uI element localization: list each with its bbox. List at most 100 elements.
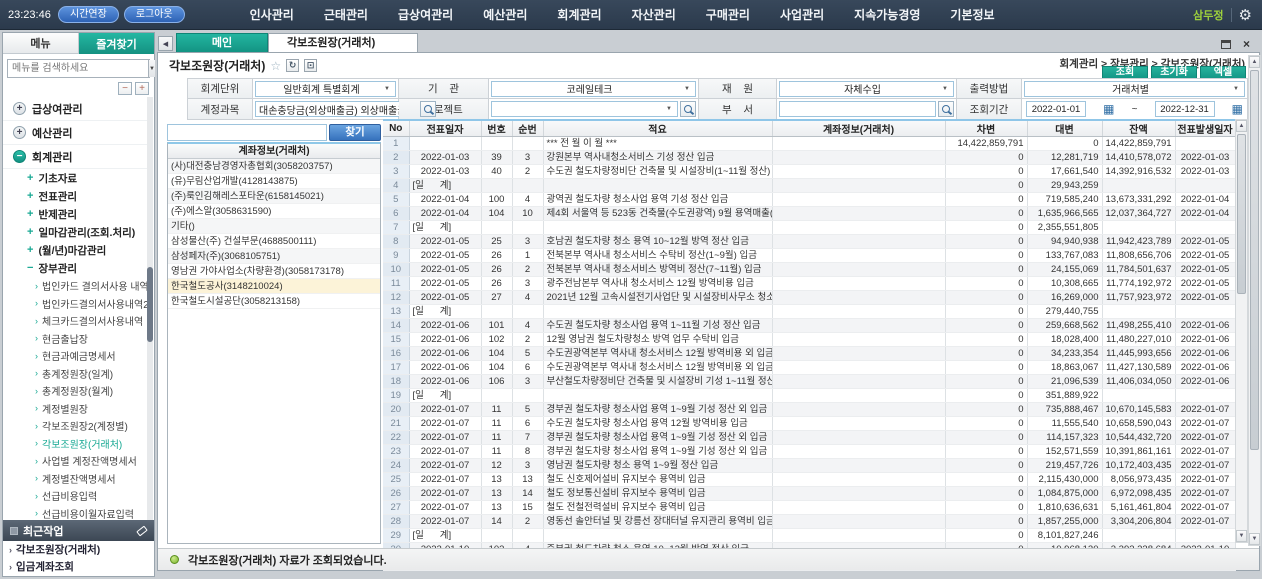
sidebar-item[interactable]: ›현금출납장 (3, 330, 147, 348)
restore-icon[interactable] (1221, 40, 1231, 49)
table-row[interactable]: 52022-01-041004광역권 철도차량 청소사업 용역 기성 정산 입금… (383, 193, 1235, 207)
table-row[interactable]: 232022-01-07118경부권 철도차량 청소사업 용역 1~9월 기성 … (383, 445, 1235, 459)
sidebar-scrollbar[interactable] (147, 97, 153, 527)
scroll-up-icon[interactable]: ▲ (1249, 56, 1260, 68)
table-row[interactable]: 4[일 계]029,943,259 (383, 179, 1235, 193)
user-name[interactable]: 삼두정 (1193, 7, 1223, 23)
expand-icon[interactable]: + (27, 226, 33, 238)
table-row[interactable]: 62022-01-0410410제4회 서울역 등 523동 건축물(수도권광역… (383, 207, 1235, 221)
table-row[interactable]: 242022-01-07123영남권 철도차량 청소 용역 1~9월 정산 입금… (383, 459, 1235, 473)
table-row[interactable]: 29[일 계]08,101,827,246 (383, 529, 1235, 543)
table-row[interactable]: 32022-01-03402수도권 철도차량정비단 건축물 및 시설장비(1~1… (383, 165, 1235, 179)
column-header[interactable]: 적요 (543, 120, 772, 137)
tab-scroll-left-button[interactable]: ◀ (158, 36, 173, 51)
sidebar-item[interactable]: ›체크카드결의서사용내역 (3, 312, 147, 330)
sidebar-item[interactable]: ›각보조원장(거래처) (3, 435, 147, 453)
search-icon[interactable] (938, 101, 954, 117)
table-row[interactable]: 1*** 전 월 이 월 ***14,422,859,791014,422,85… (383, 137, 1235, 151)
topbar-menu-item[interactable]: 근태관리 (324, 6, 368, 23)
collapse-icon[interactable]: − (13, 150, 26, 163)
account-select[interactable]: 대손충당금(외상매출금) 외상매출금▼ (255, 101, 418, 117)
table-row[interactable]: 152022-01-06102212월 영남권 철도차량청소 방역 업무 수탁비… (383, 333, 1235, 347)
refresh-icon[interactable]: ↻ (286, 59, 299, 72)
sidebar-item[interactable]: +일마감관리(조회.처리) (3, 223, 147, 241)
scroll-down-icon[interactable]: ▼ (1249, 533, 1260, 545)
page-scrollbar[interactable]: ▲ ▼ (1248, 55, 1261, 546)
fund-select[interactable]: 자체수입▼ (779, 81, 954, 97)
department-input[interactable] (779, 101, 936, 117)
column-header[interactable]: 전표일자 (409, 120, 481, 137)
topbar-menu-item[interactable]: 기본정보 (950, 6, 994, 23)
sidebar-item[interactable]: ›사업별 계정잔액명세서 (3, 452, 147, 470)
sidebar-item[interactable]: ›각보조원장2(계정별) (3, 417, 147, 435)
vendor-item[interactable]: (유)무림산업개발(4128143875) (168, 174, 380, 189)
vendor-search-input[interactable] (167, 124, 327, 141)
table-row[interactable]: 172022-01-061046수도권광역본부 역사내 청소서비스 12월 방역… (383, 361, 1235, 375)
tab-favorites[interactable]: 즐겨찾기 (79, 33, 154, 54)
vendor-item[interactable]: 삼성물산(주) 건설부문(4688500111) (168, 234, 380, 249)
tab-page[interactable]: 각보조원장(거래처) (268, 33, 418, 52)
expand-icon[interactable]: + (27, 208, 33, 220)
column-header[interactable]: 계좌정보(거래처) (772, 120, 945, 137)
sidebar-item[interactable]: ›총계정원장(월계) (3, 382, 147, 400)
vendor-item[interactable]: 한국철도시설공단(3058213158) (168, 294, 380, 309)
period-from-input[interactable]: 2022-01-01 (1026, 101, 1086, 117)
sidebar-item[interactable]: ›계정별잔액명세서 (3, 470, 147, 488)
table-row[interactable]: 162022-01-061045수도권광역본부 역사내 청소서비스 12월 방역… (383, 347, 1235, 361)
expand-icon[interactable]: + (27, 172, 33, 184)
logout-button[interactable]: 로그아웃 (124, 6, 185, 23)
output-method-select[interactable]: 거래처별▼ (1024, 81, 1245, 97)
table-row[interactable]: 202022-01-07115경부권 철도차량 청소사업 용역 1~9월 기성 … (383, 403, 1235, 417)
close-icon[interactable]: × (1243, 39, 1250, 49)
table-row[interactable]: 82022-01-05253호남권 철도차량 청소 용역 10~12월 방역 정… (383, 235, 1235, 249)
calendar-icon[interactable]: ▦ (1103, 103, 1114, 115)
table-row[interactable]: 22022-01-03393강원본부 역사내청소서비스 기성 정산 입금012,… (383, 151, 1235, 165)
calendar-icon[interactable]: ▦ (1232, 103, 1243, 115)
grid-scrollbar-thumb[interactable] (1237, 134, 1246, 294)
grid-scrollbar[interactable]: ▲ ▼ (1235, 119, 1248, 543)
expand-all-button[interactable]: + (135, 82, 149, 95)
star-icon[interactable]: ☆ (270, 59, 281, 73)
sidebar-item[interactable]: ›선급비용입력 (3, 487, 147, 505)
topbar-menu-item[interactable]: 지속가능경영 (854, 6, 920, 23)
topbar-menu-item[interactable]: 자산관리 (632, 6, 676, 23)
sidebar-item[interactable]: +(월/년)마감관리 (3, 241, 147, 259)
vendor-list-header[interactable]: 계좌정보(거래처) (168, 144, 380, 159)
expand-icon[interactable]: + (27, 244, 33, 256)
period-to-input[interactable]: 2022-12-31 (1155, 101, 1215, 117)
collapse-icon[interactable]: − (27, 262, 33, 274)
sidebar-item[interactable]: +반제관리 (3, 205, 147, 223)
expand-icon[interactable]: + (13, 102, 26, 115)
accounting-unit-select[interactable]: 일반회계 특별회계▼ (255, 81, 396, 97)
vendor-item[interactable]: 영남권 가야사업소(차량환경)(3058173178) (168, 264, 380, 279)
scroll-up-icon[interactable]: ▲ (1236, 120, 1247, 132)
table-row[interactable]: 272022-01-071315철도 전철전력설비 유지보수 용역비 입금01,… (383, 501, 1235, 515)
vendor-item[interactable]: 한국철도공사(3148210024) (168, 279, 380, 294)
vendor-item[interactable]: (사)대전충남경영자총협회(3058203757) (168, 159, 380, 174)
table-row[interactable]: 262022-01-071314철도 정보통신설비 유지보수 용역비 입금01,… (383, 487, 1235, 501)
tab-menu[interactable]: 메뉴 (3, 33, 79, 54)
search-icon[interactable] (680, 101, 696, 117)
menu-search-input[interactable] (8, 60, 148, 77)
expand-icon[interactable]: + (27, 190, 33, 202)
sidebar-item[interactable]: +전표관리 (3, 187, 147, 205)
topbar-menu-item[interactable]: 사업관리 (780, 6, 824, 23)
project-select[interactable]: ▼ (491, 101, 678, 117)
table-row[interactable]: 112022-01-05263광주전남본부 역사내 청소서비스 12월 방역비용… (383, 277, 1235, 291)
sidebar-item[interactable]: ›법인카드결의서사용내역2 (3, 295, 147, 313)
sidebar-item[interactable]: +기초자료 (3, 169, 147, 187)
column-header[interactable]: 대변 (1027, 120, 1102, 137)
column-header[interactable]: 잔액 (1102, 120, 1175, 137)
topbar-menu-item[interactable]: 예산관리 (483, 6, 527, 23)
table-row[interactable]: 212022-01-07116수도권 철도차량 청소사업 용역 12월 방역비용… (383, 417, 1235, 431)
column-header[interactable]: 번호 (481, 120, 512, 137)
recent-work-item[interactable]: ›각보조원장(거래처) (3, 541, 154, 558)
sidebar-item[interactable]: +예산관리 (3, 121, 147, 145)
scroll-down-icon[interactable]: ▼ (1236, 530, 1247, 542)
table-row[interactable]: 122022-01-052742021년 12월 고속시설전기사업단 및 시설장… (383, 291, 1235, 305)
sidebar-item[interactable]: ›현금과예금명세서 (3, 347, 147, 365)
extend-time-button[interactable]: 시간연장 (58, 6, 119, 23)
column-header[interactable]: No (383, 120, 409, 137)
sidebar-item[interactable]: +급상여관리 (3, 97, 147, 121)
column-header[interactable]: 차변 (945, 120, 1027, 137)
